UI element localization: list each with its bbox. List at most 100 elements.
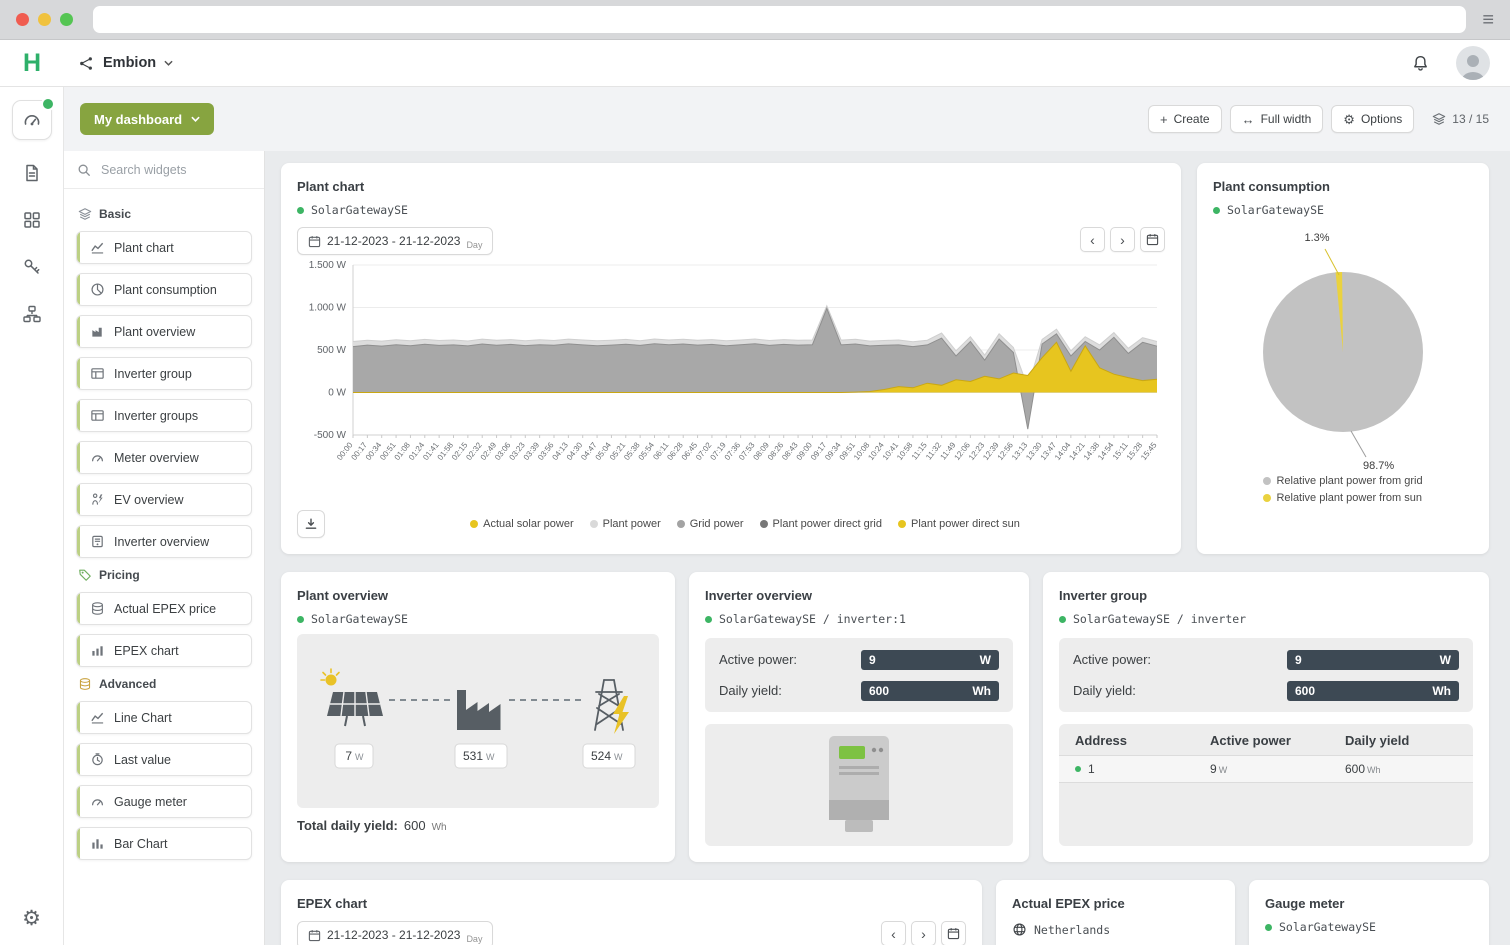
widget-item-gauge-meter[interactable]: Gauge meter — [76, 785, 252, 818]
widget-item-inverter-overview[interactable]: Inverter overview — [76, 525, 252, 558]
layers-icon — [1432, 112, 1446, 126]
settings-gear-icon[interactable]: ⚙ — [16, 907, 47, 930]
widget-item-label: Inverter group — [114, 367, 192, 381]
nav-topology[interactable] — [13, 297, 51, 331]
widget-item-ev-overview[interactable]: EV overview — [76, 483, 252, 516]
svg-text:W: W — [355, 752, 364, 762]
widget-item-inverter-group[interactable]: Inverter group — [76, 357, 252, 390]
y-tick-label: 1.000 W — [309, 303, 347, 314]
widget-item-line-chart[interactable]: Line Chart — [76, 701, 252, 734]
widget-item-plant-consumption[interactable]: Plant consumption — [76, 273, 252, 306]
calendar-picker-button[interactable] — [1140, 227, 1165, 252]
legend-item-plant-power-direct-grid[interactable]: Plant power direct grid — [760, 518, 882, 530]
legend-dot — [1263, 494, 1271, 502]
meter-icon — [90, 794, 105, 809]
legend-item-relative-plant-power-from-grid[interactable]: Relative plant power from grid — [1263, 475, 1422, 487]
widget-item-label: Inverter groups — [114, 409, 198, 423]
date-range-button[interactable]: 21-12-2023 - 21-12-2023 Day — [297, 921, 493, 945]
browser-menu-icon[interactable]: ≡ — [1482, 10, 1494, 30]
dashboard-content: Plant chart SolarGatewaySE 21-12-2023 - … — [265, 151, 1510, 945]
grid-tower-icon — [595, 680, 629, 734]
widget-title: Actual EPEX price — [1012, 896, 1219, 911]
status-dot — [1075, 766, 1081, 772]
widget-item-last-value[interactable]: Last value — [76, 743, 252, 776]
calendar-icon — [947, 927, 960, 940]
solar-power-badge: 7 W — [335, 744, 373, 768]
factory-icon — [457, 690, 501, 730]
bars-icon — [90, 836, 105, 851]
widget-epex-chart: EPEX chart 21-12-2023 - 21-12-2023 Day ‹… — [281, 880, 982, 945]
widget-item-meter-overview[interactable]: Meter overview — [76, 441, 252, 474]
pie-icon — [90, 282, 105, 297]
nav-access-keys[interactable] — [13, 250, 51, 284]
meter-icon — [90, 450, 105, 465]
widget-item-epex-chart[interactable]: EPEX chart — [76, 634, 252, 667]
window-close-button[interactable] — [16, 13, 29, 26]
svg-text:W: W — [614, 752, 623, 762]
nav-widgets[interactable] — [13, 203, 51, 237]
legend-item-actual-solar-power[interactable]: Actual solar power — [470, 518, 574, 530]
widget-plant-consumption: Plant consumption SolarGatewaySE 1.3%98.… — [1197, 163, 1489, 554]
solar-panel-icon — [321, 669, 383, 726]
source-name: SolarGatewaySE — [1279, 920, 1376, 934]
prev-period-button[interactable]: ‹ — [881, 921, 906, 945]
region-name: Netherlands — [1034, 923, 1110, 937]
search-input[interactable] — [99, 162, 251, 178]
window-minimize-button[interactable] — [38, 13, 51, 26]
chevron-down-icon — [191, 116, 200, 122]
widget-item-bar-chart[interactable]: Bar Chart — [76, 827, 252, 860]
body-row: BasicPlant chartPlant consumptionPlant o… — [64, 151, 1510, 945]
calendar-picker-button[interactable] — [941, 921, 966, 945]
legend-item-plant-power[interactable]: Plant power — [590, 518, 661, 530]
full-width-button[interactable]: ↔Full width — [1230, 105, 1324, 133]
legend-item-plant-power-direct-sun[interactable]: Plant power direct sun — [898, 518, 1020, 530]
status-dot — [297, 207, 304, 214]
download-button[interactable] — [297, 510, 325, 538]
widget-plant-chart: Plant chart SolarGatewaySE 21-12-2023 - … — [281, 163, 1181, 554]
table-row[interactable]: 1 9W 600Wh — [1059, 755, 1473, 783]
options-button[interactable]: ⚙Options — [1331, 105, 1414, 133]
url-bar[interactable] — [93, 6, 1466, 33]
next-period-button[interactable]: › — [911, 921, 936, 945]
source-name: SolarGatewaySE — [311, 203, 408, 217]
total-label: Total daily yield: — [297, 818, 398, 833]
dashboard-selector-button[interactable]: My dashboard — [80, 103, 214, 135]
notifications-bell-icon[interactable] — [1411, 54, 1430, 73]
legend-item-relative-plant-power-from-sun[interactable]: Relative plant power from sun — [1263, 492, 1422, 504]
main-column: My dashboard +Create ↔Full width ⚙Option… — [64, 87, 1510, 945]
source-name: SolarGatewaySE / inverter:1 — [719, 612, 906, 626]
source-name: SolarGatewaySE — [311, 612, 408, 626]
nav-rail: ⚙ — [0, 87, 64, 945]
widget-item-plant-overview[interactable]: Plant overview — [76, 315, 252, 348]
widget-item-inverter-groups[interactable]: Inverter groups — [76, 399, 252, 432]
widget-gauge-meter: Gauge meter SolarGatewaySE — [1249, 880, 1489, 945]
legend-item-grid-power[interactable]: Grid power — [677, 518, 744, 530]
user-avatar[interactable] — [1456, 46, 1490, 80]
widget-item-plant-chart[interactable]: Plant chart — [76, 231, 252, 264]
widget-inverter-overview: Inverter overview SolarGatewaySE / inver… — [689, 572, 1029, 862]
screen: ≡ H Embion — [0, 0, 1510, 945]
table-icon — [90, 408, 105, 423]
create-button[interactable]: +Create — [1148, 105, 1222, 133]
date-range-button[interactable]: 21-12-2023 - 21-12-2023 Day — [297, 227, 493, 255]
accent-bar — [77, 358, 80, 389]
nav-dashboard-active[interactable] — [12, 100, 52, 140]
prev-period-button[interactable]: ‹ — [1080, 227, 1105, 252]
widget-item-actual-epex-price[interactable]: Actual EPEX price — [76, 592, 252, 625]
table-icon — [90, 366, 105, 381]
logo-letter: H — [23, 49, 41, 77]
y-tick-label: 500 W — [317, 345, 346, 356]
widget-title: Plant chart — [297, 179, 1165, 194]
chart-legend: Actual solar power Plant power Grid power P… — [325, 518, 1165, 530]
status-dot — [705, 616, 712, 623]
next-period-button[interactable]: › — [1110, 227, 1135, 252]
window-zoom-button[interactable] — [60, 13, 73, 26]
pie-legend: Relative plant power from grid Relative p… — [1263, 475, 1422, 504]
stat-label: Active power: — [719, 652, 797, 667]
nav-reports[interactable] — [13, 156, 51, 190]
org-switcher[interactable]: Embion — [78, 55, 173, 72]
stat-value-badge: 9W — [861, 650, 999, 670]
widget-count-label: 13 / 15 — [1452, 112, 1489, 126]
section-header-advanced: Advanced — [78, 677, 250, 691]
arrows-horizontal-icon: ↔ — [1242, 113, 1255, 126]
